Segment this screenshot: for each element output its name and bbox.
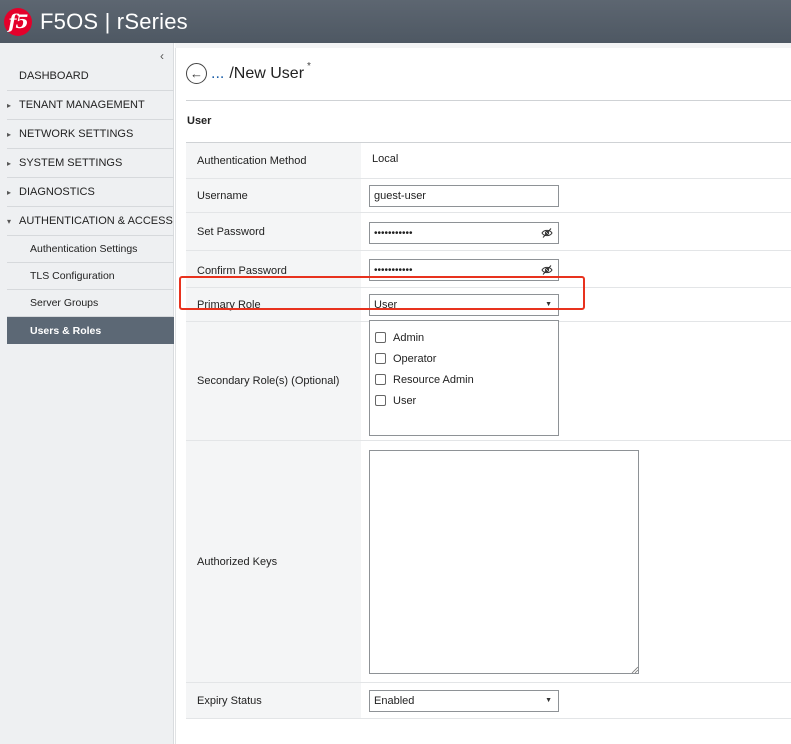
sidebar-subitem-authentication-settings[interactable]: Authentication Settings <box>7 236 174 263</box>
breadcrumb-link[interactable]: ... <box>211 65 224 83</box>
page-title: /New User <box>229 64 305 82</box>
option-label: User <box>393 394 417 407</box>
confirm-password-input[interactable]: ••••••••••• <box>369 259 559 281</box>
row-expiry-status: Expiry Status Enabled ▼ <box>186 683 791 719</box>
app-title: F5OS | rSeries <box>40 8 188 34</box>
resize-grip-icon[interactable] <box>631 666 639 674</box>
option-label: Resource Admin <box>393 373 474 386</box>
dropdown-arrow-icon: ▼ <box>545 301 552 308</box>
primary-role-label: Primary Role <box>186 288 361 321</box>
caret-right-icon: ▸ <box>7 100 12 110</box>
set-password-label: Set Password <box>186 213 361 250</box>
sidebar-item-diagnostics[interactable]: ▸ DIAGNOSTICS <box>7 178 174 207</box>
row-secondary-roles: Secondary Role(s) (Optional) Admin Opera… <box>186 320 791 441</box>
row-auth-method: Authentication Method Local <box>186 143 791 179</box>
unsaved-marker: * <box>307 61 311 72</box>
caret-right-icon: ▸ <box>7 129 12 139</box>
row-set-password: Set Password ••••••••••• <box>186 213 791 251</box>
auth-method-label: Authentication Method <box>186 143 361 178</box>
main-panel: ← ... /New User * User Authentication Me… <box>175 43 791 744</box>
sidebar-item-label: SYSTEM SETTINGS <box>19 157 123 169</box>
back-arrow-icon[interactable]: ← <box>186 63 207 84</box>
authorized-keys-textarea[interactable] <box>369 450 639 674</box>
role-option-resource-admin[interactable]: Resource Admin <box>370 369 558 390</box>
hide-password-icon[interactable] <box>541 227 553 239</box>
username-label: Username <box>186 179 361 212</box>
checkbox[interactable] <box>375 332 386 343</box>
role-option-admin[interactable]: Admin <box>370 327 558 348</box>
expiry-status-select[interactable]: Enabled ▼ <box>369 690 559 712</box>
sidebar-item-network-settings[interactable]: ▸ NETWORK SETTINGS <box>7 120 174 149</box>
confirm-password-label: Confirm Password <box>186 251 361 287</box>
form-card: ← ... /New User * User Authentication Me… <box>175 48 791 744</box>
password-mask: ••••••••••• <box>374 264 413 276</box>
caret-right-icon: ▸ <box>7 158 12 168</box>
sidebar-item-authentication-access[interactable]: ▾ AUTHENTICATION & ACCESS <box>7 207 174 236</box>
row-primary-role: Primary Role User ▼ <box>186 288 791 322</box>
hide-password-icon[interactable] <box>541 264 553 276</box>
sidebar-subitem-tls-configuration[interactable]: TLS Configuration <box>7 263 174 290</box>
row-authorized-keys: Authorized Keys <box>186 441 791 683</box>
sidebar-item-label: DASHBOARD <box>19 70 89 82</box>
primary-role-select[interactable]: User ▼ <box>369 294 559 316</box>
sidebar-item-tenant-management[interactable]: ▸ TENANT MANAGEMENT <box>7 91 174 120</box>
caret-down-icon: ▾ <box>7 216 12 226</box>
authorized-keys-label: Authorized Keys <box>186 441 361 682</box>
role-option-operator[interactable]: Operator <box>370 348 558 369</box>
secondary-roles-list[interactable]: Admin Operator Resource Admin User <box>369 320 559 436</box>
sidebar-subitem-users-roles[interactable]: Users & Roles <box>7 317 174 344</box>
option-label: Operator <box>393 352 437 365</box>
password-mask: ••••••••••• <box>374 227 413 239</box>
set-password-input[interactable]: ••••••••••• <box>369 222 559 244</box>
sidebar: ‹ DASHBOARD ▸ TENANT MANAGEMENT ▸ NETWOR… <box>0 43 174 744</box>
primary-role-value: User <box>374 299 398 311</box>
username-input[interactable]: guest-user <box>369 185 559 207</box>
f5-logo: f5 <box>4 7 32 36</box>
sidebar-item-system-settings[interactable]: ▸ SYSTEM SETTINGS <box>7 149 174 178</box>
dropdown-arrow-icon: ▼ <box>545 697 552 704</box>
option-label: Admin <box>393 331 425 344</box>
row-username: Username guest-user <box>186 179 791 213</box>
checkbox[interactable] <box>375 395 386 406</box>
divider <box>186 100 791 101</box>
sidebar-item-label: TENANT MANAGEMENT <box>19 99 145 111</box>
checkbox[interactable] <box>375 353 386 364</box>
expiry-status-label: Expiry Status <box>186 683 361 718</box>
checkbox[interactable] <box>375 374 386 385</box>
top-header: f5 F5OS | rSeries <box>0 0 791 43</box>
sidebar-item-label: AUTHENTICATION & ACCESS <box>19 215 173 227</box>
expiry-status-value: Enabled <box>374 695 415 707</box>
caret-right-icon: ▸ <box>7 187 12 197</box>
sidebar-item-label: DIAGNOSTICS <box>19 186 95 198</box>
auth-method-value: Local <box>372 153 399 165</box>
sidebar-item-label: NETWORK SETTINGS <box>19 128 134 140</box>
breadcrumb: ← ... /New User * <box>186 61 311 84</box>
section-title: User <box>187 115 212 127</box>
collapse-sidebar-icon[interactable]: ‹ <box>160 49 164 63</box>
sidebar-item-dashboard[interactable]: DASHBOARD <box>7 62 174 91</box>
sidebar-subitem-server-groups[interactable]: Server Groups <box>7 290 174 317</box>
role-option-user[interactable]: User <box>370 390 558 411</box>
secondary-roles-label: Secondary Role(s) (Optional) <box>186 322 361 440</box>
row-confirm-password: Confirm Password ••••••••••• <box>186 251 791 288</box>
